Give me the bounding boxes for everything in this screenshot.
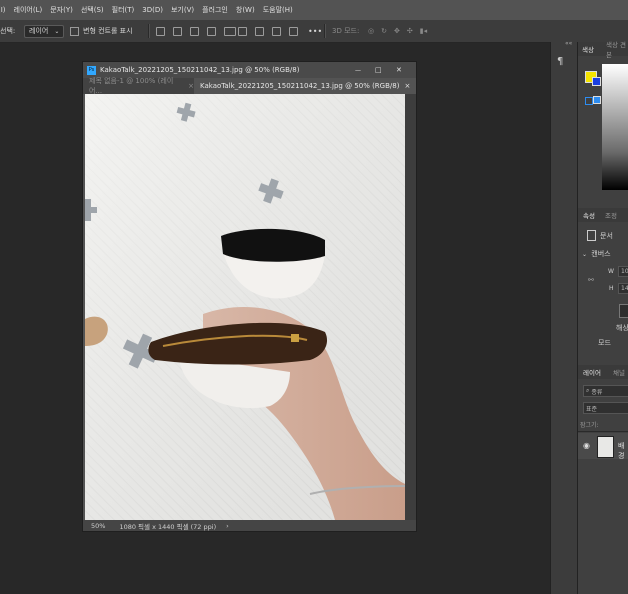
gamut-icon[interactable] xyxy=(593,96,601,104)
properties-panel-tabs: 속성 조정 xyxy=(578,208,628,222)
layer-name: 배경 xyxy=(618,442,625,460)
chevron-down-icon: ⌄ xyxy=(54,27,60,35)
height-field[interactable]: 144 xyxy=(618,283,628,294)
vertical-scrollbar[interactable] xyxy=(405,94,416,520)
height-label: H xyxy=(609,285,614,292)
menu-item-view[interactable]: 보기(V) xyxy=(167,5,198,15)
distribute-center-icon[interactable] xyxy=(255,26,264,36)
tab-label: KakaoTalk_20221205_150211042_13.jpg @ 50… xyxy=(200,82,400,90)
collapse-panels-button[interactable]: «« xyxy=(565,40,572,47)
layer-filter-kind[interactable]: ⌕ 종류 xyxy=(583,385,628,397)
roll-icon[interactable]: ↻ xyxy=(381,27,387,35)
photo xyxy=(85,94,405,520)
layers-panel-tabs: 레이어 채널 xyxy=(578,365,628,379)
menu-item-select[interactable]: 선택(S) xyxy=(77,5,108,15)
close-window-button[interactable]: ✕ xyxy=(396,66,402,74)
lock-label: 잠그기: xyxy=(580,422,599,429)
layer-kind-label: 종류 xyxy=(591,388,603,396)
distribute-spacing-icon[interactable] xyxy=(289,26,298,36)
mode-label: 모드 xyxy=(598,339,611,347)
tab-close-icon[interactable]: × xyxy=(404,82,410,90)
document-status-bar: 50% 1080 픽셀 x 1440 픽셀 (72 ppi) › xyxy=(83,520,416,531)
menu-item-type[interactable]: 문자(Y) xyxy=(46,5,77,15)
more-options-button[interactable]: ••• xyxy=(308,24,322,38)
3d-mode-buttons: ◎ ↻ ✥ ✣ ▮◂ xyxy=(368,24,427,38)
eye-icon[interactable]: ◉ xyxy=(583,441,590,450)
show-transform-controls[interactable]: 변형 컨트롤 표시 xyxy=(70,24,133,38)
layer-thumbnail xyxy=(597,436,614,458)
chevron-down-icon: ⌄ xyxy=(582,251,588,258)
menu-bar: (I) 레이어(L) 문자(Y) 선택(S) 필터(T) 3D(D) 보기(V)… xyxy=(0,0,628,20)
blend-mode-dropdown[interactable]: 표준 xyxy=(583,402,628,414)
menu-item-window[interactable]: 창(W) xyxy=(232,5,259,15)
canvas-label: 캔버스 xyxy=(591,250,611,258)
align-center-icon[interactable] xyxy=(173,26,182,36)
ps-document-icon: Ps xyxy=(87,65,96,75)
distribute-right-icon[interactable] xyxy=(272,26,281,36)
orientation-button[interactable] xyxy=(619,304,628,318)
align-buttons xyxy=(156,24,236,38)
distribute-icon[interactable] xyxy=(224,26,236,36)
image-canvas[interactable] xyxy=(85,94,405,520)
tab-kakaotalk[interactable]: KakaoTalk_20221205_150211042_13.jpg @ 50… xyxy=(194,78,416,94)
menu-item-3d[interactable]: 3D(D) xyxy=(138,6,167,14)
document-label: 문서 xyxy=(600,232,613,240)
separator xyxy=(148,24,150,38)
tab-properties[interactable]: 속성 xyxy=(583,209,595,221)
canvas-section[interactable]: ⌄ 캔버스 xyxy=(582,249,611,259)
document-title: KakaoTalk_20221205_150211042_13.jpg @ 50… xyxy=(100,66,300,74)
tab-color[interactable]: 색상 xyxy=(582,43,594,55)
layer-row-background[interactable]: ◉ 배경 xyxy=(578,433,628,460)
info-arrow-icon[interactable]: › xyxy=(226,522,229,530)
separator xyxy=(324,24,326,38)
align-left-icon[interactable] xyxy=(156,26,165,36)
document-window: Ps KakaoTalk_20221205_150211042_13.jpg @… xyxy=(82,61,417,532)
pan-3d-icon[interactable]: ✥ xyxy=(394,27,400,35)
minimize-button[interactable]: — xyxy=(355,67,361,74)
transform-checkbox[interactable] xyxy=(70,26,79,36)
search-icon: ⌕ xyxy=(586,387,590,394)
link-icon[interactable]: ⚯ xyxy=(588,276,594,284)
align-right-icon[interactable] xyxy=(190,26,199,36)
distribute-buttons xyxy=(238,24,298,38)
tab-channels[interactable]: 채널 xyxy=(613,366,625,378)
3d-mode-label: 3D 모드: xyxy=(332,27,360,35)
width-label: W xyxy=(608,268,614,275)
tab-layers[interactable]: 레이어 xyxy=(583,366,601,378)
slide-3d-icon[interactable]: ✣ xyxy=(407,27,413,35)
width-field[interactable]: 108 xyxy=(618,266,628,277)
document-info: 1080 픽셀 x 1440 픽셀 (72 ppi) xyxy=(119,522,217,531)
scale-3d-icon[interactable]: ▮◂ xyxy=(420,27,427,35)
document-tabs: 제목 없음-1 @ 100% (레이어... × KakaoTalk_20221… xyxy=(83,77,416,95)
tab-swatches[interactable]: 색상 견본 xyxy=(606,41,628,59)
align-top-icon[interactable] xyxy=(207,26,216,36)
auto-select-value: 레이어 xyxy=(29,27,49,35)
auto-select-label: 선택: xyxy=(0,27,16,35)
tab-label: 제목 없음-1 @ 100% (레이어... xyxy=(89,77,174,95)
transform-label: 변형 컨트롤 표시 xyxy=(83,27,133,35)
zoom-level[interactable]: 50% xyxy=(91,522,105,530)
maximize-button[interactable]: □ xyxy=(375,66,382,74)
divider xyxy=(578,431,628,432)
menu-item-filter[interactable]: 필터(T) xyxy=(108,5,139,15)
menu-item-plugins[interactable]: 플러그인 xyxy=(198,5,232,15)
distribute-left-icon[interactable] xyxy=(238,26,247,36)
tab-adjustments[interactable]: 조정 xyxy=(605,209,617,221)
paragraph-icon[interactable]: ¶ xyxy=(557,56,563,67)
right-panel-group: 색상 색상 견본 속성 조정 문서 ⌄ 캔버스 W 108 ⚯ H 144 해상… xyxy=(577,41,628,594)
panel-dock-strip: «« ¶ xyxy=(550,40,577,594)
menu-item-image[interactable]: (I) xyxy=(0,6,10,14)
color-mode-icon[interactable] xyxy=(585,97,593,105)
options-bar: 선택: 레이어 ⌄ 변형 컨트롤 표시 ••• 3D 모드: ◎ ↻ ✥ ✣ ▮… xyxy=(0,20,628,43)
menu-item-layer[interactable]: 레이어(L) xyxy=(10,5,47,15)
background-color-swatch[interactable] xyxy=(592,77,601,86)
color-picker-field[interactable] xyxy=(602,64,628,190)
document-icon xyxy=(587,230,596,241)
orbit-icon[interactable]: ◎ xyxy=(368,27,374,35)
menu-item-help[interactable]: 도움말(H) xyxy=(259,5,297,15)
color-panel-tabs: 색상 색상 견본 xyxy=(578,41,628,59)
tab-untitled[interactable]: 제목 없음-1 @ 100% (레이어... × xyxy=(83,77,194,95)
resolution-label: 해상 xyxy=(616,324,628,332)
auto-select-dropdown[interactable]: 레이어 ⌄ xyxy=(24,24,65,38)
